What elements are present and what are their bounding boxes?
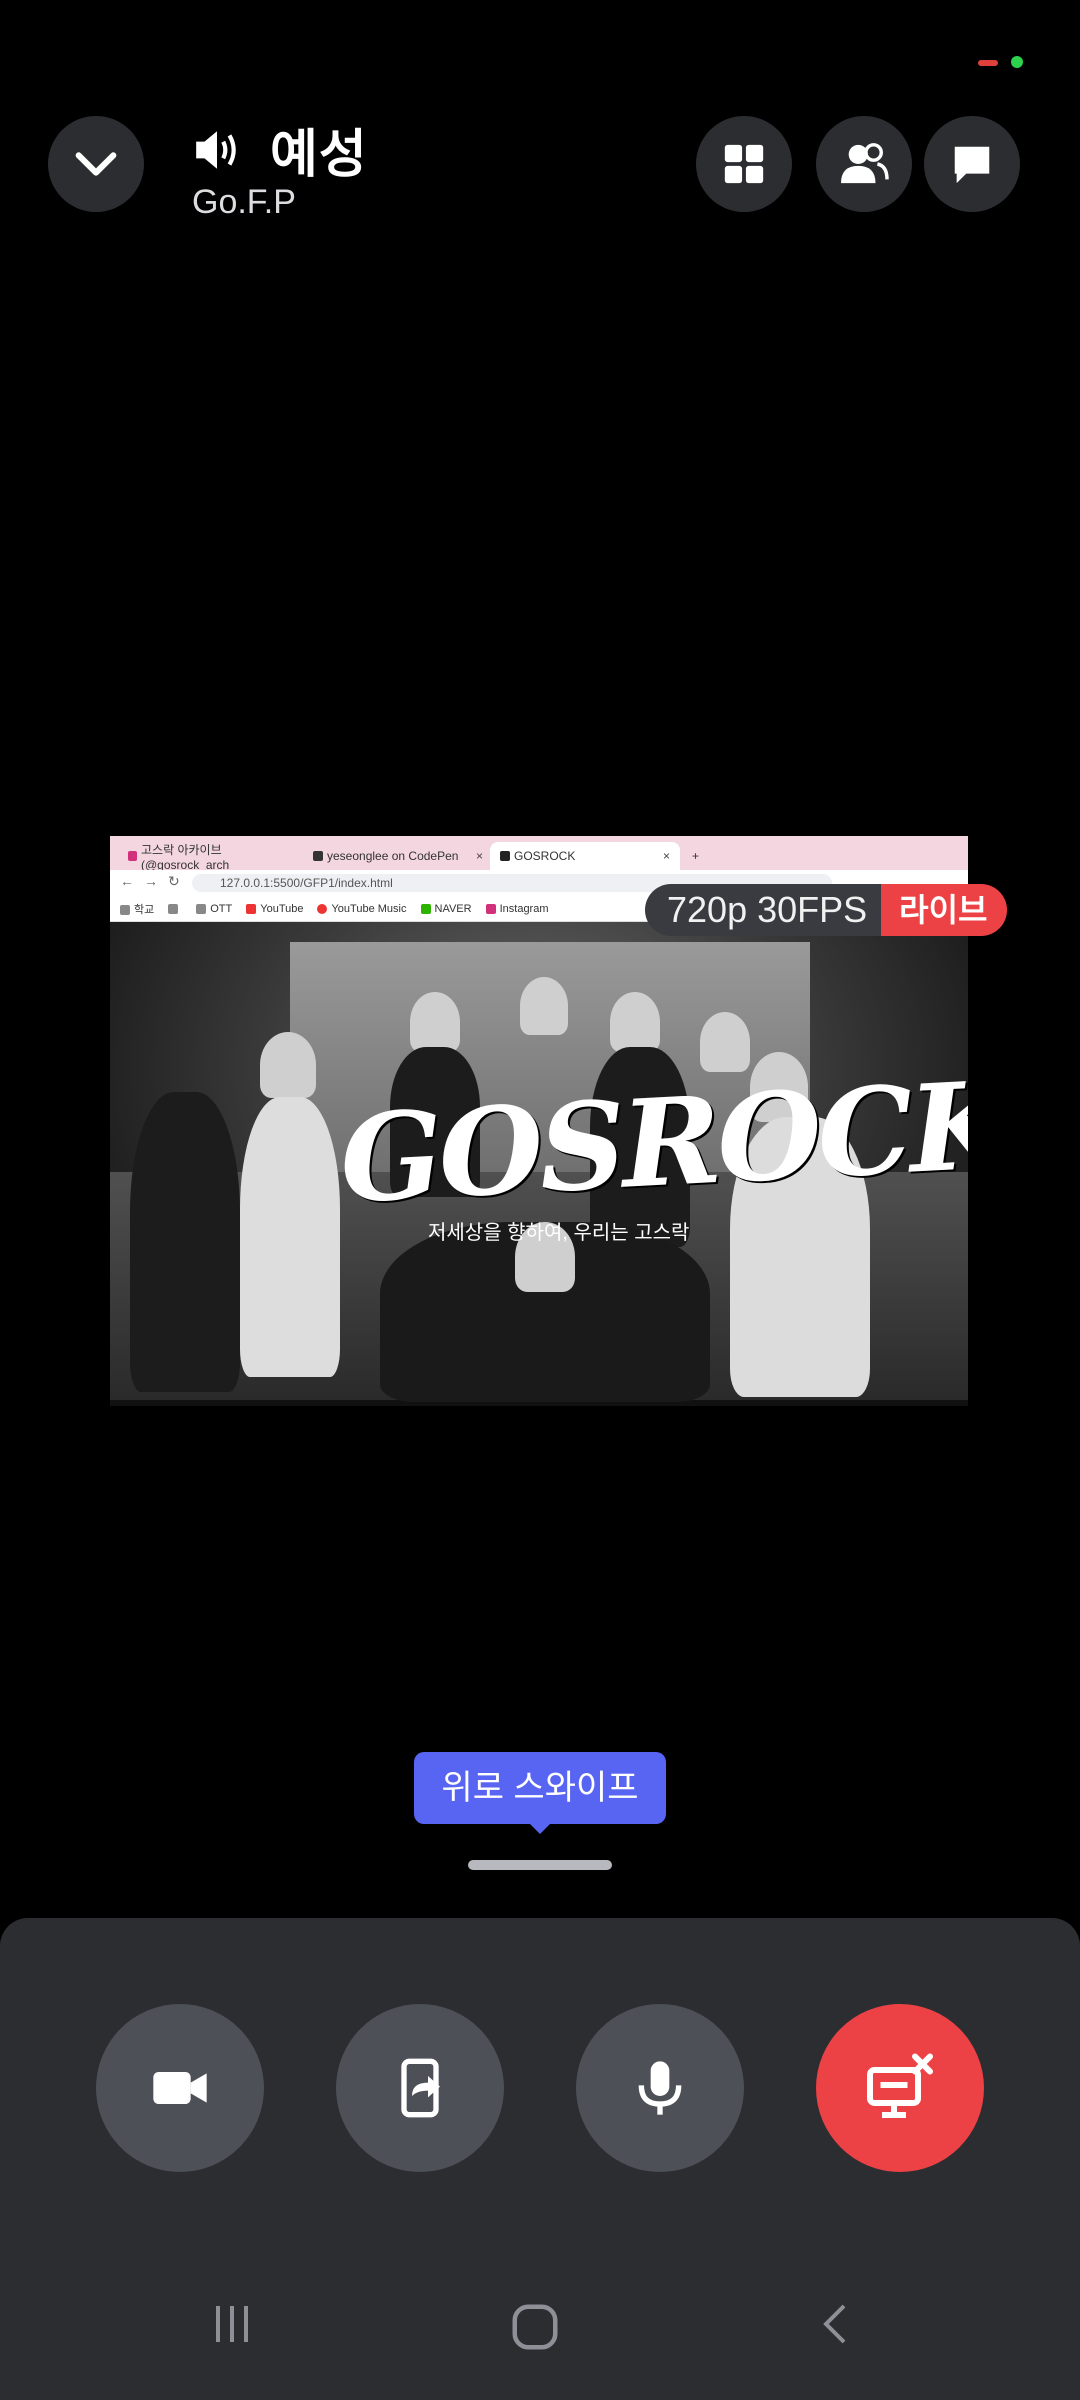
back-button[interactable] bbox=[812, 2300, 860, 2353]
grid-layout-button[interactable] bbox=[696, 116, 792, 212]
chat-icon bbox=[954, 146, 990, 184]
live-badge: 라이브 bbox=[881, 884, 1008, 936]
bookmark bbox=[168, 903, 182, 915]
screen-share-button[interactable] bbox=[336, 2004, 504, 2172]
camera-button[interactable] bbox=[96, 2004, 264, 2172]
members-icon bbox=[841, 143, 889, 184]
home-button[interactable] bbox=[508, 2300, 562, 2359]
chat-button[interactable] bbox=[924, 116, 1020, 212]
status-indicator-red bbox=[978, 60, 998, 66]
tooltip-arrow bbox=[528, 1822, 552, 1834]
browser-tab-active: GOSROCK × bbox=[490, 842, 680, 870]
recent-apps-icon bbox=[216, 2306, 248, 2342]
recent-apps-button[interactable] bbox=[208, 2300, 256, 2353]
browser-tab-strip: 고스락 아카이브(@gosrock_arch yeseonglee on Cod… bbox=[110, 836, 968, 872]
new-tab-button: + bbox=[692, 849, 700, 863]
codepen-icon bbox=[313, 851, 323, 861]
drawer-handle[interactable] bbox=[468, 1860, 612, 1870]
home-icon bbox=[512, 2304, 558, 2350]
server-name: Go.F.P bbox=[192, 183, 296, 221]
channel-title: 예성 bbox=[192, 112, 368, 187]
members-button[interactable] bbox=[816, 116, 912, 212]
speaker-icon bbox=[196, 130, 236, 169]
back-icon bbox=[823, 2304, 846, 2344]
bookmark: YouTube bbox=[246, 903, 303, 915]
forward-arrow-icon: → bbox=[144, 873, 158, 889]
stream-quality: 720p 30FPS bbox=[645, 884, 882, 936]
camera-icon bbox=[153, 2072, 207, 2104]
music-note-icon bbox=[500, 851, 510, 861]
collapse-button[interactable] bbox=[48, 116, 144, 212]
stop-stream-button[interactable] bbox=[816, 2004, 984, 2172]
bookmark: NAVER bbox=[420, 903, 472, 915]
bookmark: 학교 bbox=[120, 901, 154, 917]
bookmark: OTT bbox=[196, 903, 232, 915]
back-arrow-icon: ← bbox=[120, 873, 134, 889]
chevron-down-icon bbox=[75, 152, 117, 176]
gosrock-slogan: 저세상을 향하여, 우리는 고스락 bbox=[428, 1222, 690, 1244]
instagram-icon bbox=[128, 851, 137, 861]
band-photo: GOSROCK 저세상을 향하여, 우리는 고스락 bbox=[110, 922, 968, 1402]
channel-name: 예성 bbox=[270, 126, 368, 184]
browser-tab: yeseonglee on CodePen × bbox=[303, 842, 493, 870]
microphone-icon bbox=[638, 2061, 682, 2115]
screen-share-icon bbox=[401, 2058, 440, 2118]
bookmark: Instagram bbox=[485, 903, 549, 915]
stop-stream-icon bbox=[867, 2053, 933, 2118]
stream-status-badge: 720p 30FPS 라이브 bbox=[645, 884, 1008, 936]
swipe-up-tooltip: 위로 스와이프 bbox=[414, 1752, 666, 1824]
browser-tab: 고스락 아카이브(@gosrock_arch bbox=[118, 842, 303, 872]
status-indicator-green bbox=[1011, 56, 1023, 68]
microphone-button[interactable] bbox=[576, 2004, 744, 2172]
reload-icon: ↻ bbox=[168, 873, 180, 889]
grid-layout-icon bbox=[724, 144, 764, 184]
bookmark: YouTube Music bbox=[317, 903, 407, 915]
